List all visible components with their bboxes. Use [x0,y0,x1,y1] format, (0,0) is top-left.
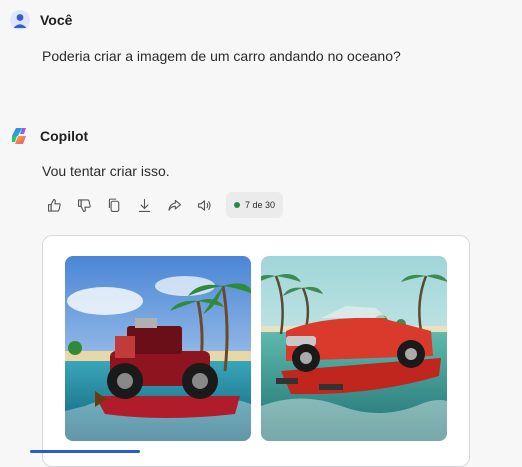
download-button[interactable] [132,193,156,217]
dislike-button[interactable] [72,193,96,217]
speaker-icon [197,199,211,211]
share-button[interactable] [162,193,186,217]
thumbs-down-icon [77,198,91,212]
read-aloud-button[interactable] [192,193,216,217]
generated-image-2[interactable] [261,256,447,441]
car-in-ocean-image [65,256,251,441]
copilot-logo-icon [12,128,26,144]
copy-button[interactable] [102,193,126,217]
assistant-response-text: Vou tentar criar isso. [42,163,170,179]
user-message-header: Você [10,10,72,30]
user-name: Você [40,12,73,28]
user-icon [13,14,27,28]
status-dot [234,202,240,208]
download-icon [138,198,150,212]
response-action-toolbar: 7 de 30 [42,192,284,218]
response-counter-text: 7 de 30 [245,200,276,210]
generated-images-card [42,235,470,467]
share-icon [167,199,181,211]
user-prompt-text: Poderia criar a imagem de um carro andan… [42,48,401,64]
generated-image-1[interactable] [65,256,251,441]
user-avatar [10,10,30,30]
car-in-ocean-image [261,256,447,441]
response-counter-badge: 7 de 30 [226,192,284,218]
assistant-message-header: Copilot [10,126,88,146]
like-button[interactable] [42,193,66,217]
copy-icon [108,198,119,212]
thumbs-up-icon [47,198,61,212]
assistant-name: Copilot [40,128,89,144]
